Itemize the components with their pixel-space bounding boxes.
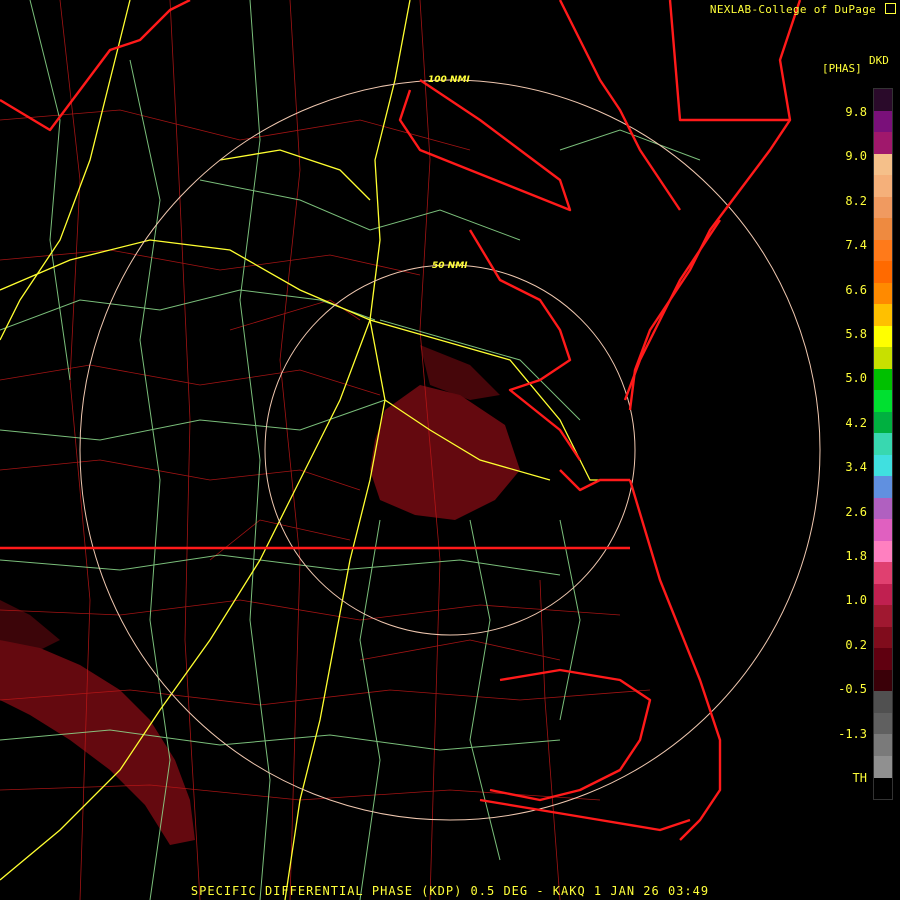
color-scale-segment: [874, 153, 892, 176]
color-scale-tick-label: -1.3: [838, 726, 867, 741]
color-scale-tick-label: 1.0: [845, 593, 867, 608]
color-scale-segment: [874, 347, 892, 369]
color-scale-segment: [874, 669, 892, 692]
color-scale-segment: [874, 734, 892, 756]
color-scale-segment: [874, 390, 892, 412]
color-scale-segment: [874, 755, 892, 778]
color-scale-segment: [874, 648, 892, 670]
color-scale-tick-label: 7.4: [845, 238, 867, 253]
color-scale-tick-label: 3.4: [845, 460, 867, 475]
color-scale-tick-label: 5.0: [845, 371, 867, 386]
color-scale-segment: [874, 325, 892, 348]
color-scale-segment: [874, 218, 892, 240]
color-scale-segment: [874, 282, 892, 305]
color-scale-segment: [874, 712, 892, 735]
color-scale-segment: [874, 497, 892, 520]
color-scale-tick-label: 9.8: [845, 105, 867, 119]
product-caption: SPECIFIC DIFFERENTIAL PHASE (KDP) 0.5 DE…: [190, 884, 710, 898]
color-scale-segment: [874, 89, 892, 111]
color-scale-tick-label: 4.2: [845, 415, 867, 430]
legend-units: [PHAS]: [822, 62, 862, 75]
color-scale-tick-label: 6.6: [845, 282, 867, 297]
credit-text: NEXLAB-College of DuPage: [709, 3, 877, 16]
color-scale-segment: [874, 239, 892, 262]
radar-map: 50 NMI 100 NMI: [0, 0, 900, 900]
color-scale-segment: [874, 519, 892, 541]
color-scale-segment: [874, 540, 892, 563]
color-scale-segment: [874, 562, 892, 584]
color-scale-tick-label: TH: [852, 771, 867, 785]
product-code: DKD: [869, 54, 889, 67]
color-scale-segment: [874, 261, 892, 283]
color-scale-segment: [874, 132, 892, 154]
color-scale-segment: [874, 110, 892, 133]
color-scale-segment: [874, 368, 892, 391]
color-scale-bar: [873, 88, 893, 800]
color-scale-segment: [874, 476, 892, 498]
color-scale-tick-label: 5.8: [845, 327, 867, 341]
color-scale-segment: [874, 691, 892, 713]
color-scale-tick-label: 1.8: [845, 549, 867, 563]
credit-label: NEXLAB-College of DuPage: [710, 3, 896, 16]
color-scale-segment: [874, 433, 892, 455]
color-scale-segment: [874, 454, 892, 477]
range-ring-label-50: 50 NMI: [432, 261, 468, 271]
color-scale-segment: [874, 411, 892, 434]
color-scale-segment: [874, 583, 892, 606]
color-scale-segment: [874, 175, 892, 197]
color-scale-tick-label: -0.5: [838, 682, 867, 697]
color-scale-tick-label: 8.2: [845, 193, 867, 208]
color-scale-segment: [874, 605, 892, 627]
external-link-icon[interactable]: [885, 3, 896, 14]
color-scale-tick-label: 9.0: [845, 149, 867, 164]
color-scale-tick-label: 2.6: [845, 504, 867, 519]
color-scale-segment: [874, 304, 892, 326]
color-scale-segment: [874, 777, 892, 800]
color-scale-tick-label: 0.2: [845, 637, 867, 652]
range-ring-label-100: 100 NMI: [428, 75, 470, 85]
color-scale-segment: [874, 196, 892, 219]
color-scale-segment: [874, 626, 892, 649]
